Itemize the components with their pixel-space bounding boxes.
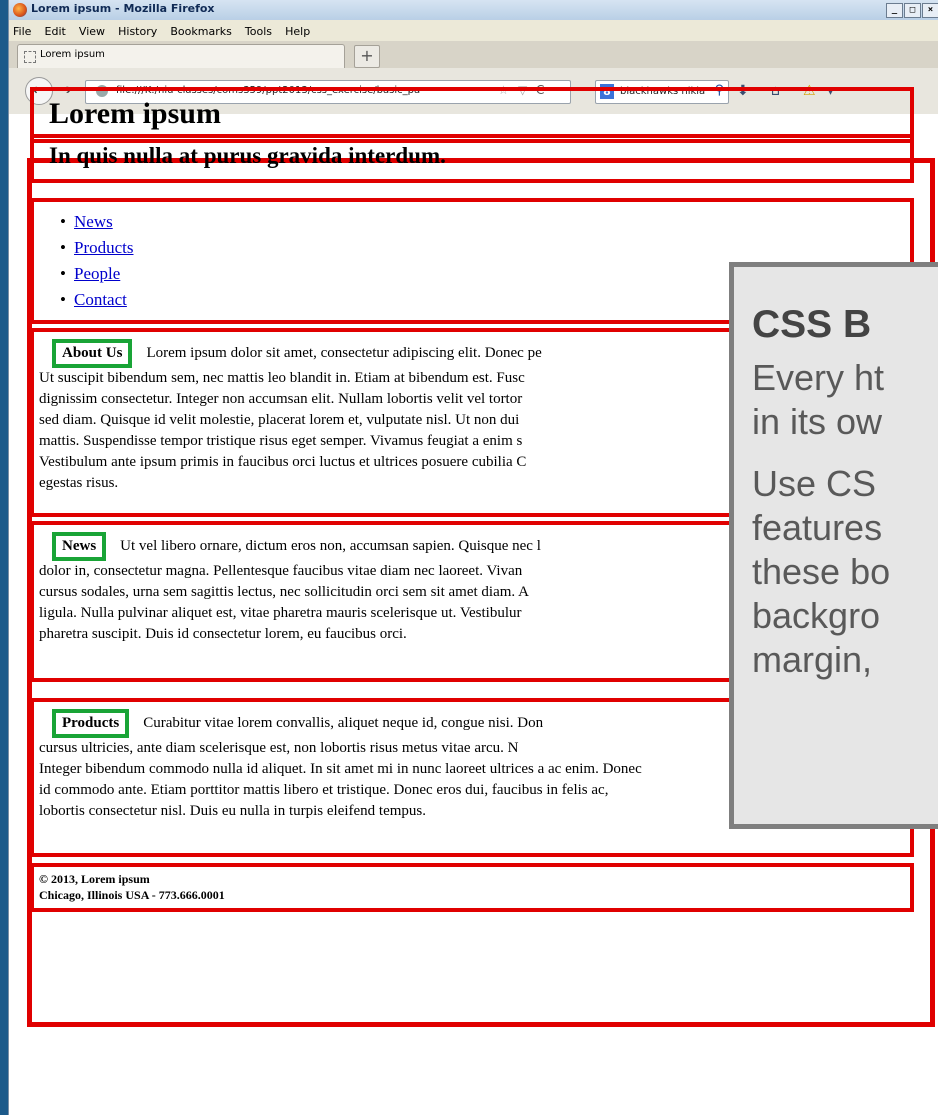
menu-history[interactable]: History [118, 25, 157, 38]
footer-text: © 2013, Lorem ipsum Chicago, Illinois US… [39, 871, 909, 903]
callout-line-2: Use CS [752, 463, 877, 504]
window-title: Lorem ipsum - Mozilla Firefox [31, 2, 215, 15]
nav-link-products[interactable]: Products [74, 238, 134, 257]
page-favicon-icon [24, 51, 36, 63]
firefox-icon [13, 3, 27, 17]
nav-item-contact: Contact [74, 287, 134, 313]
subheader-box: In quis nulla at purus gravida interdum. [30, 134, 914, 183]
nav-link-news[interactable]: News [74, 212, 113, 231]
footer-address: Chicago, Illinois USA - 773.666.0001 [39, 888, 225, 902]
about-line-5: Vestibulum ante ipsum primis in faucibus… [39, 454, 527, 470]
products-line-3: id commodo ante. Etiam porttitor mattis … [39, 782, 609, 798]
news-line-4: pharetra suscipit. Duis id consectetur l… [39, 626, 407, 642]
nav-item-products: Products [74, 235, 134, 261]
callout-line-0: Every ht [752, 357, 885, 398]
tab-label: Lorem ipsum [40, 49, 105, 60]
about-line-4: mattis. Suspendisse tempor tristique ris… [39, 433, 523, 449]
menu-bar: File Edit View History Bookmarks Tools H… [9, 20, 938, 41]
menu-help[interactable]: Help [285, 25, 310, 38]
title-bar: Lorem ipsum - Mozilla Firefox _ □ × [9, 0, 938, 20]
menu-file[interactable]: File [13, 25, 31, 38]
slide-callout: CSS B Every ht in its ow Use CS features… [729, 262, 938, 829]
products-line-2: Integer bibendum commodo nulla id alique… [39, 761, 642, 777]
callout-line-1: in its ow [752, 401, 883, 442]
about-line-3: sed diam. Quisque id velit molestie, pla… [39, 412, 520, 428]
menu-edit[interactable]: Edit [45, 25, 66, 38]
page-subtitle: In quis nulla at purus gravida interdum. [49, 143, 446, 168]
about-line-6: egestas risus. [39, 475, 119, 491]
menu-bookmarks[interactable]: Bookmarks [170, 25, 231, 38]
menu-view[interactable]: View [79, 25, 105, 38]
products-label: Products [52, 709, 130, 738]
callout-title: CSS B [752, 303, 872, 346]
about-line-2: dignissim consectetur. Integer non accum… [39, 391, 523, 407]
news-line-2: cursus sodales, urna sem sagittis lectus… [39, 584, 529, 600]
nav-link-contact[interactable]: Contact [74, 290, 127, 309]
minimize-button[interactable]: _ [886, 3, 903, 18]
products-line-4: lobortis consectetur nisl. Duis eu nulla… [39, 803, 427, 819]
menu-tools[interactable]: Tools [245, 25, 272, 38]
tab-bar: Lorem ipsum + [9, 41, 938, 68]
page-title: Lorem ipsum [49, 97, 221, 130]
nav-item-people: People [74, 261, 134, 287]
callout-line-5: backgro [752, 595, 881, 636]
news-line-1: dolor in, consectetur magna. Pellentesqu… [39, 563, 523, 579]
maximize-button[interactable]: □ [904, 3, 921, 18]
nav-list: News Products People Contact [74, 209, 134, 313]
nav-item-news: News [74, 209, 134, 235]
close-button[interactable]: × [922, 3, 938, 18]
about-label: About Us [52, 339, 133, 368]
tab-lorem-ipsum[interactable]: Lorem ipsum [17, 44, 345, 68]
callout-line-3: features [752, 507, 883, 548]
products-line-0: Curabitur vitae lorem convallis, aliquet… [143, 715, 544, 731]
about-line-1: Ut suscipit bibendum sem, nec mattis leo… [39, 370, 525, 386]
products-line-1: cursus ultricies, ante diam scelerisque … [39, 740, 519, 756]
news-label: News [52, 532, 107, 561]
news-line-0: Ut vel libero ornare, dictum eros non, a… [120, 538, 541, 554]
news-line-3: ligula. Nulla pulvinar aliquet est, vita… [39, 605, 522, 621]
footer-section: © 2013, Lorem ipsum Chicago, Illinois US… [30, 863, 914, 912]
footer-copyright: © 2013, Lorem ipsum [39, 872, 150, 886]
nav-link-people[interactable]: People [74, 264, 120, 283]
callout-line-4: these bo [752, 551, 891, 592]
about-line-0: Lorem ipsum dolor sit amet, consectetur … [146, 345, 542, 361]
new-tab-button[interactable]: + [354, 45, 380, 68]
callout-line-6: margin, [752, 639, 873, 680]
